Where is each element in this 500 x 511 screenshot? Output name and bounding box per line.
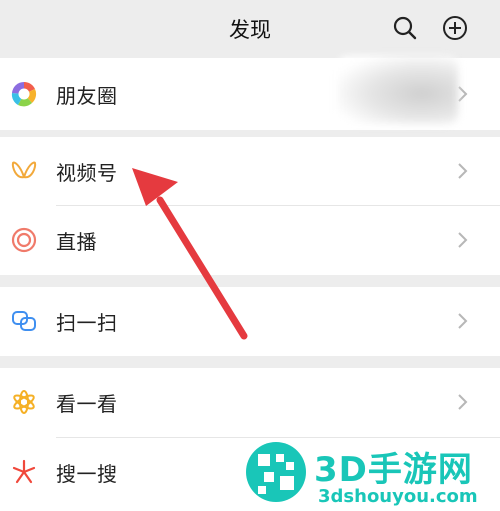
chevron-right-icon <box>458 313 468 329</box>
section-scan: 扫一扫 <box>0 287 500 356</box>
watermark-url: 3dshouyou.com <box>318 486 478 507</box>
chevron-right-icon <box>458 163 468 179</box>
live-ring-icon <box>11 227 37 253</box>
chevron-right-icon <box>458 232 468 248</box>
menu-item-label: 搜一搜 <box>56 462 118 486</box>
top-stories-icon <box>13 390 35 414</box>
menu-item-label: 朋友圈 <box>56 84 118 108</box>
scan-icon <box>12 311 36 331</box>
top-bar: 发现 <box>0 0 500 58</box>
watermark-title: 3D手游网 <box>314 450 473 490</box>
page-title: 发现 <box>229 18 271 42</box>
menu-item-scan[interactable]: 扫一扫 <box>0 287 500 356</box>
menu-item-live[interactable]: 直播 <box>0 206 500 275</box>
watermark-emblem-icon <box>246 442 306 502</box>
channels-butterfly-icon <box>11 161 37 179</box>
menu-item-label: 看一看 <box>56 392 118 416</box>
menu-item-label: 视频号 <box>56 161 118 185</box>
search-icon[interactable] <box>392 15 418 41</box>
menu-item-label: 直播 <box>56 230 97 254</box>
plus-circle-icon[interactable] <box>442 15 468 41</box>
watermark-logo: 3D手游网 3dshouyou.com <box>242 438 500 511</box>
menu-item-channels[interactable]: 视频号 <box>0 137 500 206</box>
search-star-icon <box>12 459 36 484</box>
menu-item-label: 扫一扫 <box>56 311 118 335</box>
moments-aperture-icon <box>11 81 37 107</box>
menu-item-top-stories[interactable]: 看一看 <box>0 368 500 438</box>
blurred-avatar <box>338 56 458 124</box>
section-channels: 视频号 直播 <box>0 137 500 275</box>
chevron-right-icon <box>458 394 468 410</box>
